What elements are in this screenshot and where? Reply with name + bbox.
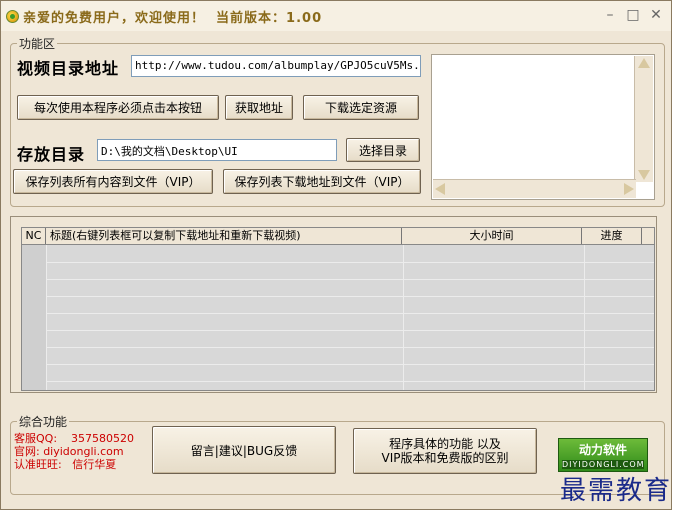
video-list-frame: NC 标题(右键列表框可以复制下载地址和重新下载视频) 大小时间 进度 [10,216,657,393]
table-cell [47,262,404,279]
table-cell [47,330,404,347]
save-dir-input[interactable]: D:\我的文档\Desktop\UI [97,139,337,161]
scroll-down-icon[interactable] [638,170,650,180]
table-cell [585,279,654,296]
support-info: 客服QQ: 357580520 官网: diyidongli.com 认准旺旺: 信… [14,432,134,471]
table-cell [585,262,654,279]
support-website: 官网: diyidongli.com [14,445,124,458]
compare-line-2: VIP版本和免费版的区别 [381,451,509,465]
compare-line-1: 程序具体的功能 以及 [389,437,501,451]
app-logo-icon [6,9,19,23]
watermark-text: 最需教育 [560,476,673,506]
column-header-size-time[interactable]: 大小时间 [402,228,582,244]
table-cell [47,347,404,364]
save-list-vip-button[interactable]: 保存列表所有内容到文件（VIP） [13,169,213,194]
video-url-input[interactable]: http://www.tudou.com/albumplay/GPJO5cuV5… [131,55,421,77]
save-links-vip-button[interactable]: 保存列表下载地址到文件（VIP） [223,169,421,194]
scroll-right-icon[interactable] [624,183,634,195]
table-cell [22,296,47,313]
table-header: NC 标题(右键列表框可以复制下载地址和重新下载视频) 大小时间 进度 [22,228,654,245]
table-cell [585,347,654,364]
app-window: 亲爱的免费用户，欢迎使用！ 当前版本：1.00 – □ ✕ 功能区 视频目录地址… [0,0,672,510]
compare-versions-button[interactable]: 程序具体的功能 以及 VIP版本和免费版的区别 [353,428,537,474]
scroll-up-icon[interactable] [638,58,650,68]
table-cell [47,296,404,313]
table-body[interactable] [22,245,654,390]
table-row[interactable] [22,364,654,382]
table-cell [47,381,404,390]
horizontal-scrollbar[interactable] [433,179,636,198]
table-cell [585,364,654,381]
close-icon[interactable]: ✕ [649,7,663,23]
table-row[interactable] [22,245,654,263]
table-row[interactable] [22,381,654,390]
support-qq: 客服QQ: 357580520 [14,432,134,445]
table-cell [22,381,47,390]
brand-logo-link[interactable]: 动力软件 DIYIDONGLI.COM [558,438,648,472]
log-text-area[interactable] [431,54,655,200]
table-row[interactable] [22,279,654,297]
brand-url: DIYIDONGLI.COM [562,460,645,469]
table-cell [22,279,47,296]
table-cell [585,330,654,347]
table-cell [585,381,654,390]
table-cell [404,330,585,347]
table-cell [22,330,47,347]
table-cell [22,245,47,262]
general-functions-legend: 综合功能 [19,415,68,429]
table-cell [22,262,47,279]
window-title: 亲爱的免费用户，欢迎使用！ 当前版本：1.00 [23,10,323,26]
table-cell [47,279,404,296]
video-list-table[interactable]: NC 标题(右键列表框可以复制下载地址和重新下载视频) 大小时间 进度 [21,227,655,391]
save-dir-label: 存放目录 [17,147,86,164]
table-cell [404,279,585,296]
table-cell [47,313,404,330]
table-row[interactable] [22,313,654,331]
support-wangwang: 认准旺旺: 信行华夏 [14,458,117,471]
vertical-scrollbar[interactable] [634,56,653,182]
table-cell [585,245,654,262]
minimize-icon[interactable]: – [603,7,617,23]
fetch-address-button[interactable]: 获取地址 [225,95,293,120]
maximize-icon[interactable]: □ [626,7,640,23]
table-row[interactable] [22,347,654,365]
table-row[interactable] [22,330,654,348]
table-cell [22,313,47,330]
choose-dir-button[interactable]: 选择目录 [346,138,420,162]
table-cell [47,364,404,381]
table-cell [404,347,585,364]
scroll-left-icon[interactable] [435,183,445,195]
table-row[interactable] [22,296,654,314]
column-header-nc[interactable]: NC [22,228,46,244]
feedback-button[interactable]: 留言|建议|BUG反馈 [152,426,336,474]
init-program-button[interactable]: 每次使用本程序必须点击本按钮 [17,95,219,120]
download-selected-button[interactable]: 下载选定资源 [303,95,419,120]
function-area-legend: 功能区 [19,37,56,51]
table-cell [22,347,47,364]
column-header-progress[interactable]: 进度 [582,228,642,244]
table-cell [404,381,585,390]
table-cell [404,313,585,330]
video-url-label: 视频目录地址 [17,61,120,78]
table-cell [404,262,585,279]
table-cell [404,245,585,262]
brand-name: 动力软件 [578,443,627,457]
column-header-title[interactable]: 标题(右键列表框可以复制下载地址和重新下载视频) [46,228,402,244]
table-cell [585,296,654,313]
table-cell [47,245,404,262]
table-row[interactable] [22,262,654,280]
title-bar[interactable]: 亲爱的免费用户，欢迎使用！ 当前版本：1.00 – □ ✕ [1,1,671,31]
table-cell [404,364,585,381]
table-cell [585,313,654,330]
table-cell [404,296,585,313]
table-cell [22,364,47,381]
